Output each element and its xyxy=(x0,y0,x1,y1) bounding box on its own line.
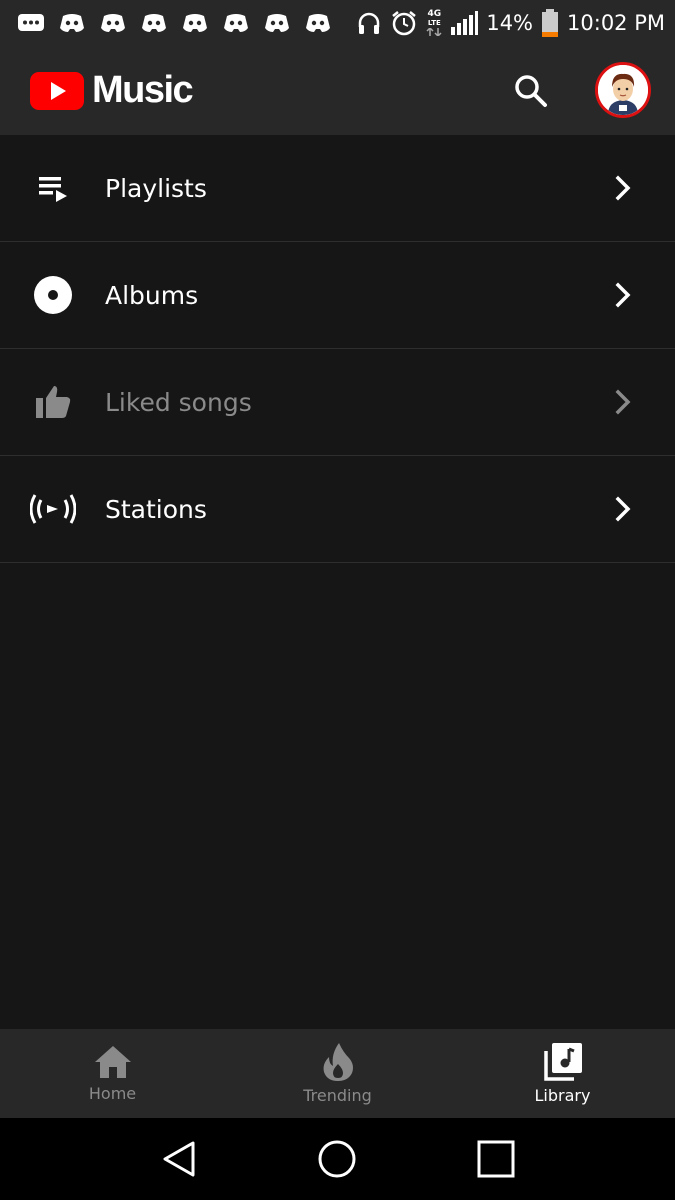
network-type-label: 4G xyxy=(427,9,442,19)
tab-library[interactable]: Library xyxy=(450,1029,675,1118)
discord-icon xyxy=(224,14,248,32)
search-icon xyxy=(515,75,547,107)
library-item-label: Albums xyxy=(105,280,199,310)
back-icon xyxy=(163,1141,195,1177)
back-button[interactable] xyxy=(149,1129,209,1189)
home-button[interactable] xyxy=(307,1129,367,1189)
discord-icon xyxy=(60,14,84,32)
lib-icon-wrapper xyxy=(30,272,76,318)
playlist-icon xyxy=(39,177,67,202)
library-item-liked-songs[interactable]: Liked songs xyxy=(0,349,675,456)
status-bar: 4G LTE 14% 10:02 PM xyxy=(0,0,675,46)
discord-icon xyxy=(101,14,125,32)
tab-trending[interactable]: Trending xyxy=(225,1029,450,1118)
library-item-label: Playlists xyxy=(105,173,207,203)
battery-percent: 14% xyxy=(486,11,534,35)
thumbs-up-icon xyxy=(36,386,71,418)
discord-icon xyxy=(142,14,166,32)
network-sub-label: LTE xyxy=(427,19,441,27)
discord-icon xyxy=(183,14,207,32)
radio-icon xyxy=(30,494,76,524)
library-item-playlists[interactable]: Playlists xyxy=(0,135,675,242)
chevron-right-icon xyxy=(615,389,631,415)
system-status-icons: 4G LTE 14% 10:02 PM xyxy=(356,9,665,37)
discord-icon xyxy=(265,14,289,32)
tab-home[interactable]: Home xyxy=(0,1029,225,1118)
library-item-stations[interactable]: Stations xyxy=(0,456,675,563)
chevron-right-icon xyxy=(615,175,631,201)
bottom-nav: Home Trending Library xyxy=(0,1029,675,1118)
library-list: Playlists Albums Liked songs Stations xyxy=(0,135,675,563)
library-item-albums[interactable]: Albums xyxy=(0,242,675,349)
home-icon xyxy=(94,1046,131,1078)
alarm-icon xyxy=(392,11,417,36)
message-icon xyxy=(18,14,44,31)
logo-text: Music xyxy=(92,69,194,111)
lib-icon-wrapper xyxy=(30,486,76,532)
album-icon xyxy=(34,276,72,314)
signal-icon xyxy=(451,11,479,35)
tab-library-label: Library xyxy=(534,1086,591,1105)
app-bar: Music xyxy=(0,46,675,135)
library-item-label: Liked songs xyxy=(105,387,252,417)
recents-button[interactable] xyxy=(466,1129,526,1189)
headphones-icon xyxy=(359,12,380,34)
network-type: 4G LTE xyxy=(426,10,442,36)
tab-trending-label: Trending xyxy=(303,1086,372,1105)
chevron-right-icon xyxy=(615,282,631,308)
clock: 10:02 PM xyxy=(567,11,665,35)
notification-icons xyxy=(16,12,333,34)
lib-icon-wrapper xyxy=(30,165,76,211)
lib-icon-wrapper xyxy=(30,379,76,425)
system-nav-bar xyxy=(0,1118,675,1200)
tab-home-label: Home xyxy=(88,1084,137,1103)
youtube-play-icon xyxy=(30,71,84,110)
avatar-image xyxy=(598,65,648,115)
battery-icon xyxy=(542,9,559,37)
search-button[interactable] xyxy=(508,68,554,114)
discord-icon xyxy=(306,14,330,32)
flame-icon xyxy=(323,1043,353,1081)
home-circle-icon xyxy=(318,1140,356,1178)
chevron-right-icon xyxy=(615,496,631,522)
avatar[interactable] xyxy=(595,62,651,118)
youtube-music-logo: Music xyxy=(30,69,194,112)
recents-icon xyxy=(477,1140,515,1178)
library-icon xyxy=(543,1043,582,1081)
library-item-label: Stations xyxy=(105,494,207,524)
data-arrows-icon xyxy=(426,28,442,36)
